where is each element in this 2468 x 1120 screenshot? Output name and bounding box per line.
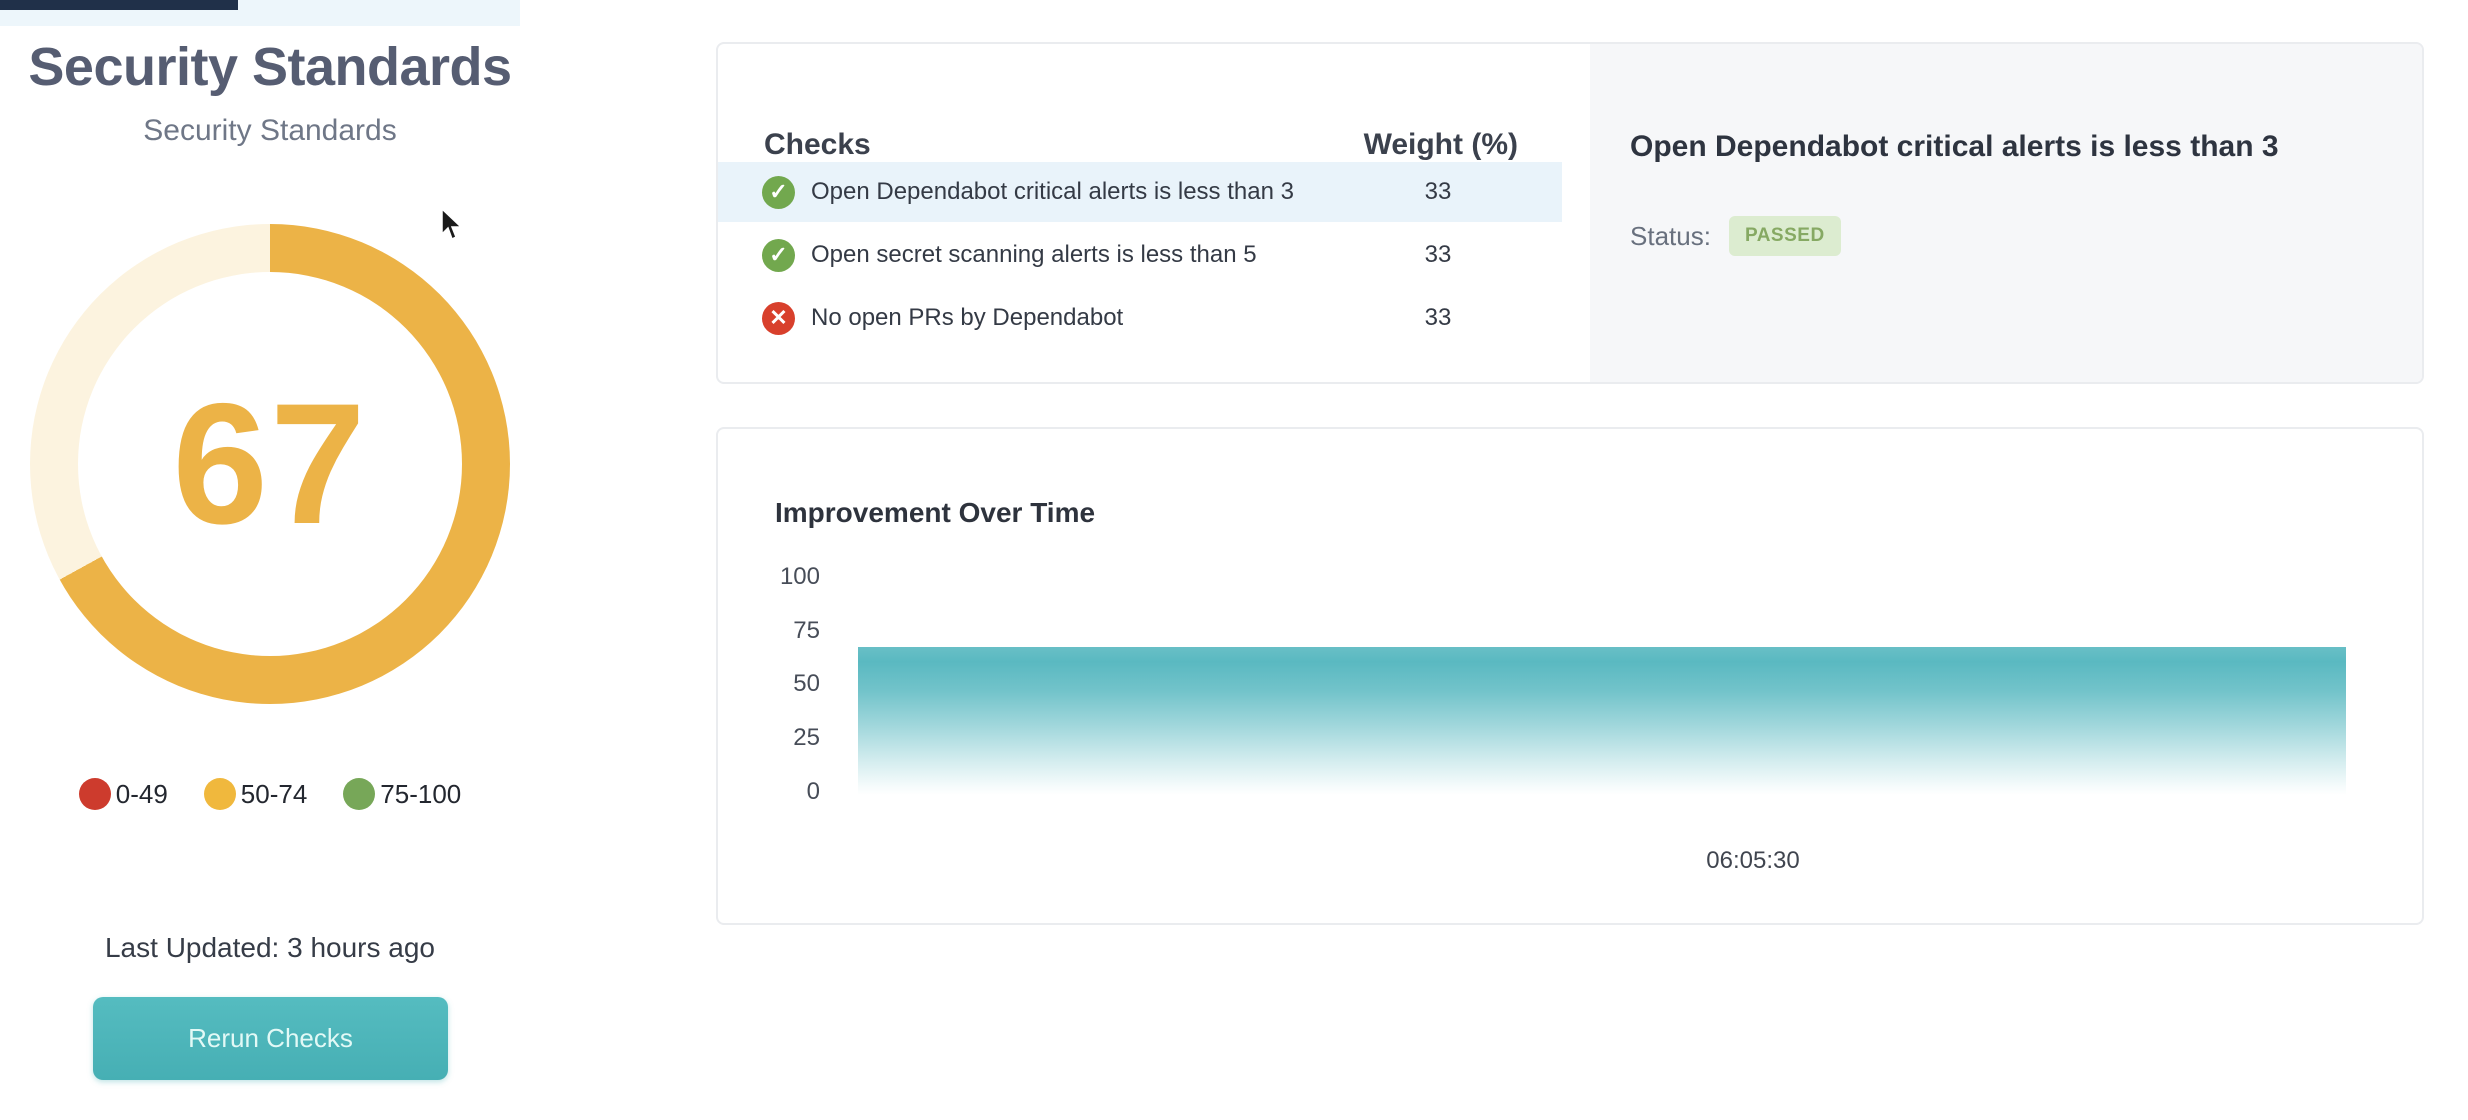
status-label: Status: [1630,221,1711,252]
legend-label: 50-74 [241,779,308,810]
check-circle-icon: ✓ [762,239,795,272]
check-weight: 33 [1358,241,1518,269]
rerun-checks-button[interactable]: Rerun Checks [93,997,448,1080]
score-area-band [858,647,2346,795]
y-axis-tick-100: 100 [720,563,820,591]
y-axis-tick-0: 0 [720,778,820,806]
weight-column-header: Weight (%) [1278,128,1518,162]
check-row-open-prs[interactable]: ✕ No open PRs by Dependabot 33 [718,288,1562,348]
legend-item-high: 75-100 [343,778,461,810]
x-axis-tick-time: 06:05:30 [1653,847,1853,875]
checks-column-header: Checks [764,128,871,162]
check-label: Open secret scanning alerts is less than… [811,241,1257,269]
check-weight: 33 [1358,178,1518,206]
status-passed-badge: PASSED [1729,216,1841,256]
legend-green-dot-icon [343,778,375,810]
improvement-chart-card: Improvement Over Time 100 75 50 25 0 06:… [716,427,2424,925]
score-value: 67 [172,365,367,563]
score-legend: 0-49 50-74 75-100 [0,778,540,810]
check-row-secret-scanning[interactable]: ✓ Open secret scanning alerts is less th… [718,225,1562,285]
legend-item-medium: 50-74 [204,778,308,810]
legend-red-dot-icon [79,778,111,810]
check-circle-icon: ✓ [762,176,795,209]
check-label: Open Dependabot critical alerts is less … [811,178,1294,206]
page-subtitle: Security Standards [0,114,540,148]
last-updated-text: Last Updated: 3 hours ago [0,932,540,964]
legend-label: 0-49 [116,779,168,810]
page-title: Security Standards [0,36,540,98]
chart-title: Improvement Over Time [775,497,1095,529]
y-axis-tick-75: 75 [720,617,820,645]
score-gauge-hole: 67 [78,272,462,656]
check-weight: 33 [1358,304,1518,332]
legend-label: 75-100 [380,779,461,810]
status-row: Status: PASSED [1630,216,1841,256]
legend-item-low: 0-49 [79,778,168,810]
x-circle-icon: ✕ [762,302,795,335]
y-axis-tick-25: 25 [720,724,820,752]
check-row-dependabot-critical[interactable]: ✓ Open Dependabot critical alerts is les… [718,162,1562,222]
check-detail-title: Open Dependabot critical alerts is less … [1630,130,2279,164]
score-gauge: 67 [30,224,510,704]
y-axis-tick-50: 50 [720,670,820,698]
mouse-cursor-icon [440,208,466,242]
security-standards-dashboard: Security Standards Security Standards 67… [0,0,2468,1120]
check-detail-panel: Open Dependabot critical alerts is less … [1590,44,2424,384]
legend-yellow-dot-icon [204,778,236,810]
score-summary-panel: Security Standards Security Standards 67… [0,0,540,1120]
check-label: No open PRs by Dependabot [811,304,1123,332]
checks-card: Checks Weight (%) ✓ Open Dependabot crit… [716,42,2424,384]
